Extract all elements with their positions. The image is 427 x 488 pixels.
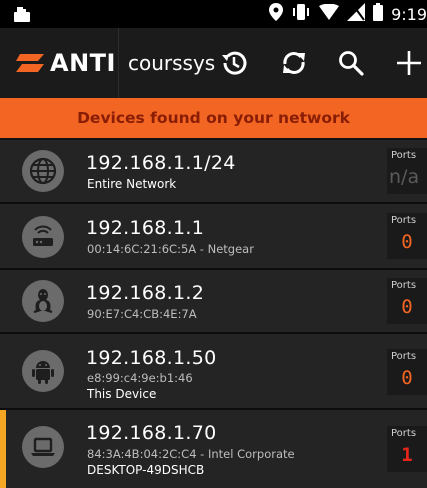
location-pin-icon	[269, 3, 284, 25]
history-button[interactable]	[216, 45, 252, 81]
add-button[interactable]	[391, 45, 427, 81]
banner-text: Devices found on your network	[77, 109, 350, 127]
devices-found-banner: Devices found on your network	[0, 98, 427, 138]
device-list: 192.168.1.1/24 Entire Network Ports n/a …	[0, 140, 427, 488]
ports-label: Ports	[391, 280, 417, 291]
globe-icon	[22, 150, 64, 192]
device-ip: 192.168.1.1/24	[86, 152, 236, 174]
vibrate-icon	[291, 3, 311, 25]
router-icon	[22, 216, 64, 258]
refresh-button[interactable]	[276, 45, 312, 81]
ports-badge: Ports 0	[387, 349, 427, 395]
app-logo-text: ANTI	[50, 49, 116, 77]
device-row-linux[interactable]: 192.168.1.2 90:E7:C4:CB:4E:7A Ports 0	[0, 270, 427, 334]
device-details: 90:E7:C4:CB:4E:7A	[87, 307, 197, 321]
status-bar: 9:19	[0, 0, 427, 28]
device-details: 84:3A:4B:04:2C:C4 - Intel Corporate	[87, 447, 295, 461]
ports-count: 0	[401, 367, 413, 389]
ports-count: 0	[401, 296, 413, 318]
ports-badge: Ports 1	[387, 426, 427, 472]
device-details: e8:99:c4:9e:b1:46	[87, 371, 193, 385]
ports-count: n/a	[389, 166, 420, 188]
logo-mark-icon	[16, 54, 44, 72]
ports-label: Ports	[391, 351, 417, 362]
status-time: 9:19	[391, 4, 427, 24]
app-bar: ANTI courssys	[0, 28, 427, 99]
device-name: DESKTOP-49DSHCB	[87, 463, 205, 477]
wifi-icon	[319, 3, 340, 24]
search-icon	[339, 51, 364, 76]
device-ip: 192.168.1.1	[86, 217, 205, 239]
no-signal-icon	[347, 3, 366, 25]
add-icon	[397, 51, 421, 75]
app-logo[interactable]: ANTI	[0, 28, 119, 98]
ports-label: Ports	[391, 428, 417, 439]
battery-icon	[373, 3, 384, 25]
device-details: 00:14:6C:21:6C:5A - Netgear	[87, 242, 254, 256]
laptop-icon	[22, 426, 64, 468]
device-name: This Device	[87, 387, 157, 401]
ports-count: 1	[401, 444, 413, 466]
ports-badge: Ports n/a	[387, 148, 427, 194]
linux-icon	[22, 280, 64, 322]
device-row-router[interactable]: 192.168.1.1 00:14:6C:21:6C:5A - Netgear …	[0, 204, 427, 270]
android-icon	[22, 350, 64, 392]
device-name: Entire Network	[87, 177, 177, 191]
ports-badge: Ports 0	[387, 278, 427, 324]
refresh-icon	[283, 52, 305, 74]
search-button[interactable]	[333, 45, 369, 81]
app-notification-icon	[12, 4, 32, 24]
network-name[interactable]: courssys	[128, 28, 215, 98]
ports-count: 0	[401, 231, 413, 253]
ports-label: Ports	[391, 215, 417, 226]
ports-badge: Ports 0	[387, 213, 427, 259]
ports-label: Ports	[391, 150, 417, 161]
device-row-entire-network[interactable]: 192.168.1.1/24 Entire Network Ports n/a	[0, 140, 427, 204]
device-ip: 192.168.1.2	[86, 282, 205, 304]
device-row-this-device[interactable]: 192.168.1.50 e8:99:c4:9e:b1:46 This Devi…	[0, 334, 427, 410]
device-ip: 192.168.1.50	[86, 347, 217, 369]
device-row-desktop[interactable]: 192.168.1.70 84:3A:4B:04:2C:C4 - Intel C…	[0, 410, 427, 488]
device-ip: 192.168.1.70	[86, 422, 217, 444]
history-icon	[222, 51, 247, 75]
